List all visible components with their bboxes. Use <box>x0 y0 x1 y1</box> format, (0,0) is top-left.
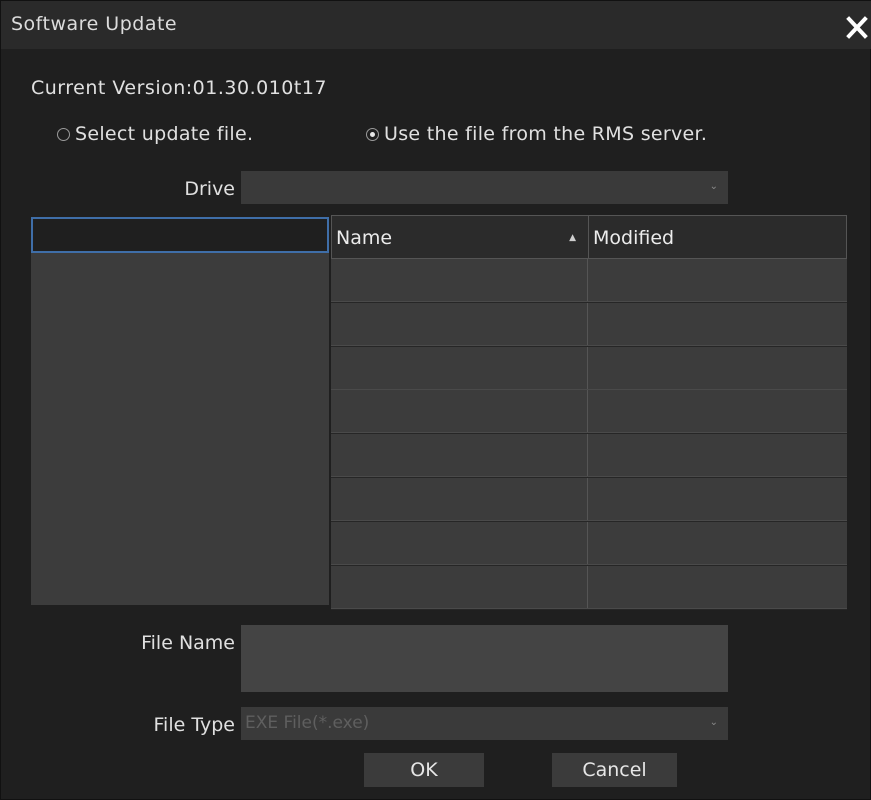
file-type-value: EXE File(*.exe) <box>245 713 370 733</box>
file-type-select[interactable]: EXE File(*.exe) ⌄ <box>241 707 728 740</box>
close-button[interactable] <box>840 11 871 43</box>
column-modified-label: Modified <box>593 227 675 249</box>
dialog-title: Software Update <box>11 13 178 35</box>
drive-select[interactable]: ⌄ <box>241 171 728 204</box>
table-row[interactable] <box>331 521 847 565</box>
file-list-header: Name ▲ Modified <box>331 215 847 259</box>
column-divider <box>587 390 588 433</box>
radio-select-update-file[interactable]: Select update file. <box>57 123 253 145</box>
title-bar: Software Update <box>1 1 871 49</box>
file-name-label: File Name <box>141 632 235 654</box>
cancel-button[interactable]: Cancel <box>552 753 677 787</box>
radio-indicator-select-file <box>57 127 70 141</box>
file-list[interactable]: Name ▲ Modified <box>331 215 847 610</box>
table-row[interactable] <box>331 390 847 434</box>
column-header-name[interactable]: Name ▲ <box>331 215 588 259</box>
radio-use-rms-server[interactable]: Use the file from the RMS server. <box>366 123 707 145</box>
current-version: Current Version:01.30.010t17 <box>31 77 327 99</box>
folder-tree[interactable] <box>31 217 329 605</box>
sort-ascending-icon: ▲ <box>569 233 576 243</box>
radio-label-rms-server: Use the file from the RMS server. <box>384 123 708 145</box>
column-divider <box>587 521 588 564</box>
column-divider <box>587 302 588 345</box>
file-name-field[interactable] <box>241 625 728 692</box>
folder-path-field[interactable] <box>31 217 329 253</box>
radio-label-select-file: Select update file. <box>75 123 254 145</box>
column-divider <box>587 259 588 301</box>
column-header-modified[interactable]: Modified <box>588 215 847 259</box>
table-row[interactable] <box>331 346 847 390</box>
column-divider <box>587 346 588 389</box>
radio-indicator-rms-server <box>366 127 379 141</box>
software-update-dialog: Software Update Current Version:01.30.01… <box>0 0 871 800</box>
column-divider <box>587 478 588 520</box>
table-row[interactable] <box>331 478 847 521</box>
column-divider <box>587 434 588 477</box>
table-row[interactable] <box>331 565 847 609</box>
drive-label: Drive <box>184 178 235 200</box>
ok-button[interactable]: OK <box>364 753 484 787</box>
chevron-down-icon: ⌄ <box>709 181 718 192</box>
file-type-label: File Type <box>153 714 235 736</box>
table-row[interactable] <box>331 434 847 478</box>
column-divider <box>587 565 588 608</box>
table-row[interactable] <box>331 259 847 302</box>
close-icon <box>846 16 868 39</box>
column-name-label: Name <box>336 227 393 249</box>
chevron-down-icon: ⌄ <box>709 717 718 728</box>
table-row[interactable] <box>331 302 847 346</box>
